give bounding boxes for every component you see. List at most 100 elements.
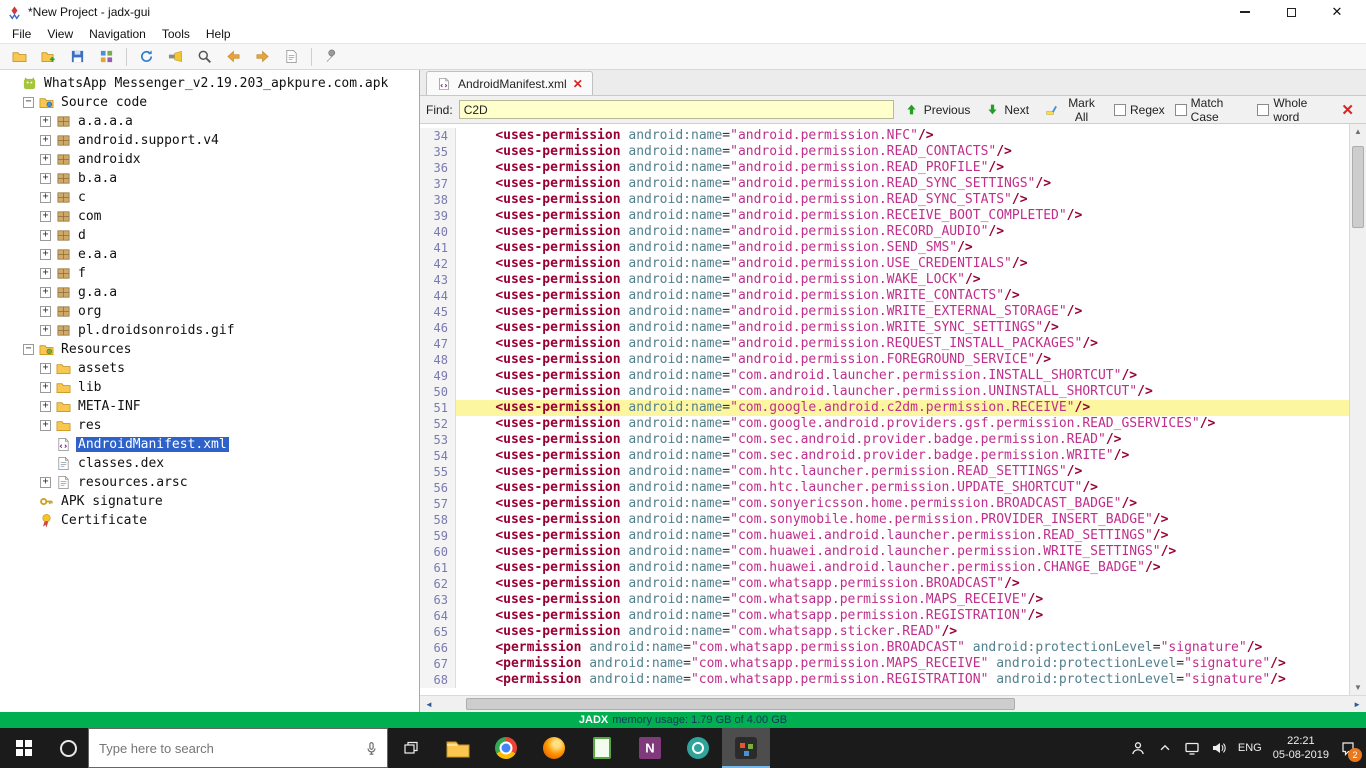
tree-item-pl-droidsonroids-gif[interactable]: + pl.droidsonroids.gif	[0, 321, 419, 340]
find-input[interactable]	[458, 100, 894, 119]
expand-toggle-icon[interactable]: +	[40, 382, 51, 393]
menu-tools[interactable]: Tools	[154, 25, 198, 43]
expand-toggle-icon[interactable]: +	[40, 306, 51, 317]
code-line-48[interactable]: 48 <uses-permission android:name="androi…	[420, 352, 1349, 368]
code-line-44[interactable]: 44 <uses-permission android:name="androi…	[420, 288, 1349, 304]
menu-navigation[interactable]: Navigation	[81, 25, 154, 43]
taskbar-app-onenote[interactable]	[626, 728, 674, 768]
code-line-35[interactable]: 35 <uses-permission android:name="androi…	[420, 144, 1349, 160]
code-line-40[interactable]: 40 <uses-permission android:name="androi…	[420, 224, 1349, 240]
tree-item-certificate[interactable]: +Certificate	[0, 511, 419, 530]
tree-item-androidmanifest-xml[interactable]: +AndroidManifest.xml	[0, 435, 419, 454]
expand-toggle-icon[interactable]: +	[40, 211, 51, 222]
code-line-63[interactable]: 63 <uses-permission android:name="com.wh…	[420, 592, 1349, 608]
expand-toggle-icon[interactable]: +	[40, 173, 51, 184]
code-line-37[interactable]: 37 <uses-permission android:name="androi…	[420, 176, 1349, 192]
deobfuscation-button[interactable]	[162, 45, 189, 68]
code-line-55[interactable]: 55 <uses-permission android:name="com.ht…	[420, 464, 1349, 480]
tree-item-assets[interactable]: + assets	[0, 359, 419, 378]
menu-view[interactable]: View	[39, 25, 81, 43]
log-viewer-button[interactable]	[278, 45, 305, 68]
preferences-button[interactable]	[318, 45, 345, 68]
code-line-52[interactable]: 52 <uses-permission android:name="com.go…	[420, 416, 1349, 432]
code-line-38[interactable]: 38 <uses-permission android:name="androi…	[420, 192, 1349, 208]
clock[interactable]: 22:21 05-08-2019	[1273, 734, 1329, 763]
code-line-65[interactable]: 65 <uses-permission android:name="com.wh…	[420, 624, 1349, 640]
mark-all-button[interactable]: Mark All	[1039, 94, 1104, 126]
tree-item-whatsapp-messenger-v2-19-203-apkpure-com-apk[interactable]: +WhatsApp Messenger_v2.19.203_apkpure.co…	[0, 74, 419, 93]
tab-close-icon[interactable]: ✕	[573, 77, 583, 91]
expand-toggle-icon[interactable]: +	[40, 154, 51, 165]
tree-item-resources[interactable]: − Resources	[0, 340, 419, 359]
tree-item-lib[interactable]: + lib	[0, 378, 419, 397]
chevron-up-icon[interactable]	[1157, 740, 1173, 756]
tree-item-c[interactable]: + c	[0, 188, 419, 207]
code-line-46[interactable]: 46 <uses-permission android:name="androi…	[420, 320, 1349, 336]
task-view-button[interactable]	[388, 728, 434, 768]
expand-toggle-icon[interactable]: +	[40, 287, 51, 298]
tree-item-source-code[interactable]: − Source code	[0, 93, 419, 112]
scroll-right-icon[interactable]: ►	[1353, 700, 1361, 709]
start-button[interactable]	[0, 728, 48, 768]
expand-toggle-icon[interactable]: +	[40, 230, 51, 241]
find-previous-button[interactable]: Previous	[900, 100, 975, 120]
open-file-button[interactable]	[6, 45, 33, 68]
expand-toggle-icon[interactable]: +	[40, 420, 51, 431]
expand-toggle-icon[interactable]: +	[40, 401, 51, 412]
code-line-56[interactable]: 56 <uses-permission android:name="com.ht…	[420, 480, 1349, 496]
code-line-58[interactable]: 58 <uses-permission android:name="com.so…	[420, 512, 1349, 528]
find-next-button[interactable]: Next	[980, 100, 1033, 120]
taskbar-app-file-explorer[interactable]	[434, 728, 482, 768]
volume-icon[interactable]	[1211, 740, 1227, 756]
taskbar-app-firefox[interactable]	[530, 728, 578, 768]
whole-word-checkbox[interactable]	[1257, 103, 1270, 116]
match-case-checkbox[interactable]	[1174, 103, 1187, 116]
expand-toggle-icon[interactable]: +	[40, 249, 51, 260]
close-button[interactable]: ✕	[1314, 0, 1360, 24]
taskbar-app-jadx[interactable]	[722, 728, 770, 768]
code-line-36[interactable]: 36 <uses-permission android:name="androi…	[420, 160, 1349, 176]
horizontal-scrollbar[interactable]: ◄ ►	[420, 695, 1366, 712]
scroll-up-icon[interactable]: ▲	[1354, 127, 1362, 136]
expand-toggle-icon[interactable]: +	[40, 363, 51, 374]
action-center-button[interactable]: 2	[1340, 740, 1362, 762]
code-line-62[interactable]: 62 <uses-permission android:name="com.wh…	[420, 576, 1349, 592]
code-line-41[interactable]: 41 <uses-permission android:name="androi…	[420, 240, 1349, 256]
expand-toggle-icon[interactable]: +	[40, 268, 51, 279]
network-icon[interactable]	[1184, 740, 1200, 756]
tree-item-e-a-a[interactable]: + e.a.a	[0, 245, 419, 264]
tree-item-com[interactable]: + com	[0, 207, 419, 226]
taskbar-app-chrome[interactable]	[482, 728, 530, 768]
tree-item-a-a-a-a[interactable]: + a.a.a.a	[0, 112, 419, 131]
code-line-54[interactable]: 54 <uses-permission android:name="com.se…	[420, 448, 1349, 464]
tree-item-res[interactable]: + res	[0, 416, 419, 435]
scroll-down-icon[interactable]: ▼	[1354, 683, 1362, 692]
expand-toggle-icon[interactable]: +	[40, 135, 51, 146]
taskbar-app-notepad[interactable]	[578, 728, 626, 768]
tree-item-g-a-a[interactable]: + g.a.a	[0, 283, 419, 302]
microphone-icon[interactable]	[363, 740, 379, 756]
menu-file[interactable]: File	[4, 25, 39, 43]
add-files-button[interactable]	[35, 45, 62, 68]
tree-item-org[interactable]: + org	[0, 302, 419, 321]
code-line-68[interactable]: 68 <permission android:name="com.whatsap…	[420, 672, 1349, 688]
taskbar-search[interactable]	[88, 728, 388, 768]
tree-item-resources-arsc[interactable]: + resources.arsc	[0, 473, 419, 492]
code-line-64[interactable]: 64 <uses-permission android:name="com.wh…	[420, 608, 1349, 624]
text-search-button[interactable]	[191, 45, 218, 68]
code-line-34[interactable]: 34 <uses-permission android:name="androi…	[420, 128, 1349, 144]
minimize-button[interactable]	[1222, 0, 1268, 24]
code-line-61[interactable]: 61 <uses-permission android:name="com.hu…	[420, 560, 1349, 576]
tree-item-d[interactable]: + d	[0, 226, 419, 245]
taskbar-app-apk-tool[interactable]	[674, 728, 722, 768]
code-line-66[interactable]: 66 <permission android:name="com.whatsap…	[420, 640, 1349, 656]
code-line-49[interactable]: 49 <uses-permission android:name="com.an…	[420, 368, 1349, 384]
tree-item-androidx[interactable]: + androidx	[0, 150, 419, 169]
expand-toggle-icon[interactable]: +	[40, 325, 51, 336]
scroll-left-icon[interactable]: ◄	[425, 700, 433, 709]
code-area[interactable]: 34 <uses-permission android:name="androi…	[420, 124, 1349, 695]
collapse-toggle-icon[interactable]: −	[23, 344, 34, 355]
code-line-43[interactable]: 43 <uses-permission android:name="androi…	[420, 272, 1349, 288]
expand-toggle-icon[interactable]: +	[40, 116, 51, 127]
collapse-toggle-icon[interactable]: −	[23, 97, 34, 108]
